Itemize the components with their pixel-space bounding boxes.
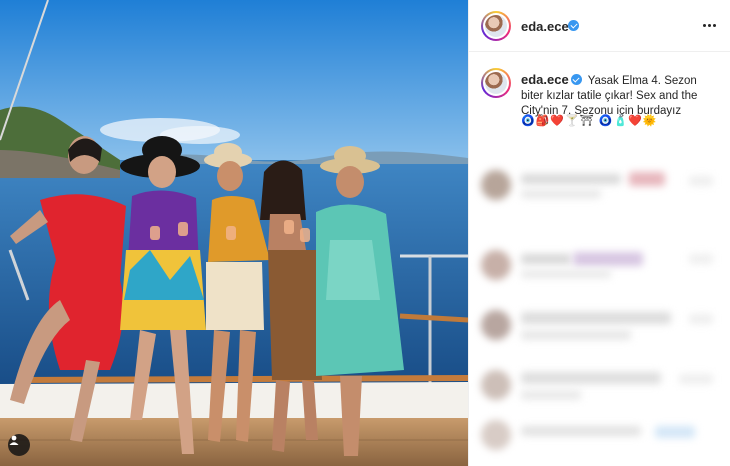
more-horizontal-icon <box>702 23 706 27</box>
post-side-panel: eda.ece eda.ece Yasak Elma 4. Sezon bite… <box>468 0 730 466</box>
user-tag-icon <box>9 435 19 445</box>
caption-avatar[interactable] <box>481 68 511 98</box>
post-photo[interactable] <box>0 0 468 466</box>
verified-badge-icon <box>570 74 582 85</box>
more-options-button[interactable] <box>699 18 719 32</box>
caption-username[interactable]: eda.ece <box>521 72 569 87</box>
header-username[interactable]: eda.ece <box>521 19 569 34</box>
caption-emojis: 🧿🎒❤️🍸⛩ 🧿🧴❤️🌞 <box>521 115 658 127</box>
post-header: eda.ece <box>469 0 730 52</box>
blurred-comments <box>469 150 730 466</box>
user-tag-button[interactable] <box>8 434 30 456</box>
avatar[interactable] <box>481 11 511 41</box>
post-caption: eda.ece Yasak Elma 4. Sezon biter kızlar… <box>521 72 721 119</box>
verified-badge-icon <box>568 20 579 31</box>
photo-illustration <box>0 0 468 466</box>
